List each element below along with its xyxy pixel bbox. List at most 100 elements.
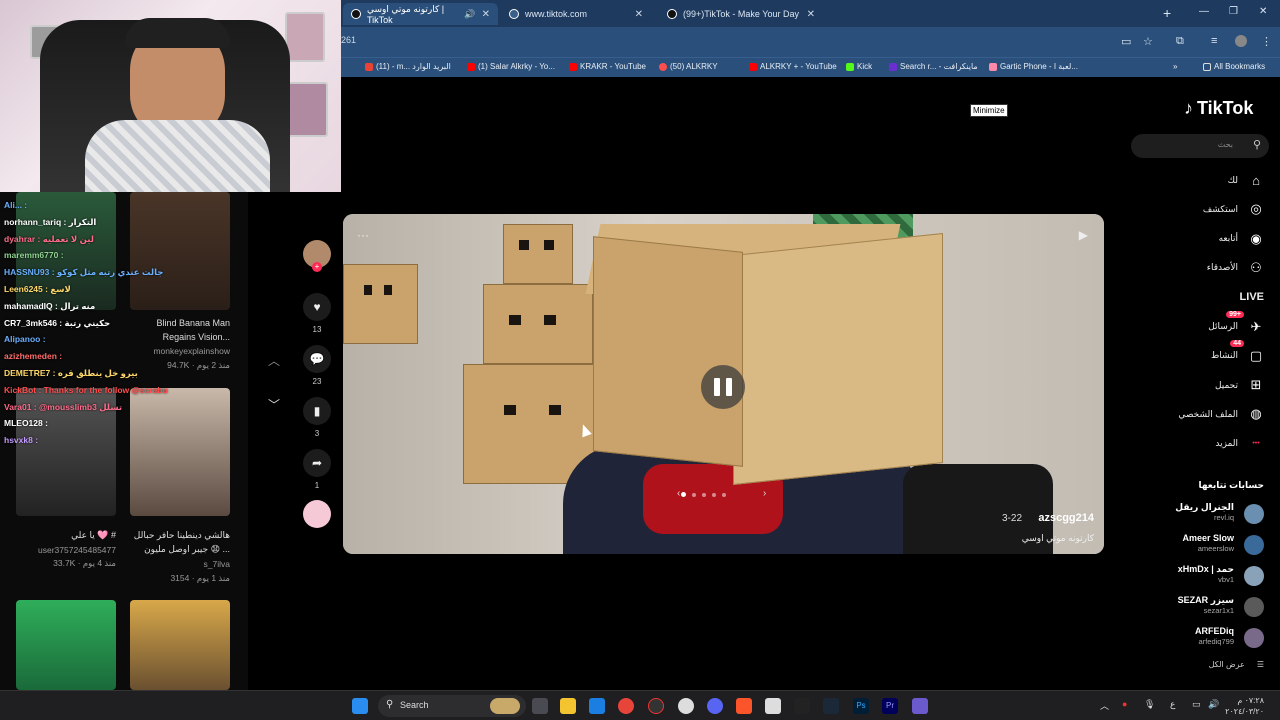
tiktok-logo[interactable]: ♪ TikTok: [1184, 98, 1253, 119]
thumb-author[interactable]: monkeyexplainshow: [153, 346, 230, 356]
tray-app-icon[interactable]: ●: [1122, 699, 1127, 709]
avatar[interactable]: [1244, 597, 1264, 617]
thumb-caption[interactable]: Blind Banana Man Regains Vision...: [130, 316, 230, 344]
minimize-icon[interactable]: —: [1199, 6, 1209, 17]
search-input[interactable]: بحث ⚲: [1131, 134, 1269, 158]
heart-icon[interactable]: ♥: [303, 293, 331, 321]
following-account[interactable]: ARFEDiq arfediq799: [1124, 626, 1264, 650]
tab-tiktok-home[interactable]: www.tiktok.com ✕: [501, 3, 651, 25]
bookmark-alkrky-youtube[interactable]: ALKRKY + - YouTube: [749, 62, 837, 71]
flag-icon[interactable]: ▶: [1079, 228, 1088, 242]
all-bookmarks[interactable]: All Bookmarks: [1203, 62, 1265, 71]
capcut-icon[interactable]: [794, 698, 810, 714]
close-window-icon[interactable]: ✕: [1259, 6, 1267, 17]
app-icon[interactable]: [912, 698, 928, 714]
bookmark-star-icon[interactable]: ☆: [1143, 35, 1153, 48]
steam-icon[interactable]: [823, 698, 839, 714]
comment-icon[interactable]: 💬: [303, 345, 331, 373]
bookmark-alkrky[interactable]: (50) ALKRKY: [659, 62, 718, 71]
thumb-caption[interactable]: هالشي دينطينا حافر حبالل جيبر اوصل مليون…: [130, 528, 230, 556]
brave-icon[interactable]: [736, 698, 752, 714]
cast-icon[interactable]: ▭: [1121, 35, 1131, 48]
tab-close-icon[interactable]: ✕: [807, 9, 815, 20]
author-avatar[interactable]: +: [302, 240, 332, 272]
avatar[interactable]: [1244, 535, 1264, 555]
video-options-icon[interactable]: ···: [357, 228, 369, 242]
sidebar-item-compass[interactable]: استكشف ◎: [1144, 199, 1264, 219]
premiere-icon[interactable]: Pr: [882, 698, 898, 714]
comment-button[interactable]: 💬 23: [302, 345, 332, 386]
bookmark-gartic[interactable]: Gartic Phone - لعبة ا...: [989, 62, 1078, 71]
windows-start-icon[interactable]: [352, 698, 368, 714]
thumb-caption[interactable]: يا علي 🩷 #: [71, 530, 116, 541]
discord-icon[interactable]: [707, 698, 723, 714]
bookmark-krakr[interactable]: KRAKR - YouTube: [569, 62, 646, 71]
follow-plus-icon[interactable]: +: [312, 262, 322, 272]
carousel-next-icon[interactable]: ›: [763, 488, 766, 499]
photoshop-icon[interactable]: Ps: [853, 698, 869, 714]
next-video-icon[interactable]: ﹀: [263, 396, 285, 418]
settings-gear-icon[interactable]: [678, 698, 694, 714]
sidebar-item-messages[interactable]: الرسائل ✈ 99+: [1144, 310, 1264, 337]
see-all-button[interactable]: عرض الكل ☰: [1209, 660, 1264, 669]
tab-close-icon[interactable]: ✕: [635, 9, 643, 20]
sidebar-item-live[interactable]: LIVE: [1144, 287, 1264, 307]
sidebar-item-profile[interactable]: الملف الشخصي ◍: [1144, 404, 1264, 424]
tab-active[interactable]: كارتونه موتي اوسي | TikTok 🔊 ✕: [343, 3, 498, 25]
sidebar-item-friends[interactable]: الأصدقاء ⚇: [1144, 258, 1264, 278]
bookmark-gmail[interactable]: (11) - m... البريد الوارد: [365, 62, 451, 71]
video-thumbnail[interactable]: [130, 388, 230, 516]
thumb-author[interactable]: s_7ilva: [204, 559, 230, 569]
language-indicator[interactable]: ع: [1170, 699, 1175, 710]
task-view-icon[interactable]: [532, 698, 548, 714]
save-button[interactable]: ▮ 3: [302, 397, 332, 438]
sidebar-item-more[interactable]: المزيد •••: [1144, 434, 1264, 454]
bookmark-kick[interactable]: Kick: [846, 62, 872, 71]
following-account[interactable]: SEZAR سيزر sezar1x1: [1124, 595, 1264, 619]
previous-video-icon[interactable]: ︿: [263, 352, 285, 374]
tab-close-icon[interactable]: ✕: [482, 9, 490, 20]
bookmark-youtube-salar[interactable]: (1) Salar Alkrky - Yo...: [467, 62, 555, 71]
chrome-icon[interactable]: [618, 698, 634, 714]
taskbar-search[interactable]: ⚲ Search: [378, 695, 526, 717]
file-explorer-icon[interactable]: [560, 698, 576, 714]
bookmark-search[interactable]: Search r... - ماينكرافت: [889, 62, 978, 71]
tab-tiktok-make-your-day[interactable]: (99+)TikTok - Make Your Day ✕: [659, 3, 823, 25]
url-text[interactable]: 261: [341, 35, 356, 45]
menu-kebab-icon[interactable]: ⋮: [1261, 35, 1272, 48]
sidebar-item-home[interactable]: لك ⌂: [1144, 170, 1264, 190]
store-icon[interactable]: [589, 698, 605, 714]
tab-search-icon[interactable]: ≡: [1211, 35, 1217, 47]
taskbar-clock[interactable]: ٠٧:٢٨ م ٢٠٢٤/٠٣/٢٠: [1225, 695, 1264, 717]
obs-icon[interactable]: [648, 698, 664, 714]
sidebar-item-activity[interactable]: النشاط ▢ 44: [1144, 339, 1264, 366]
profile-avatar-icon[interactable]: [1235, 35, 1247, 47]
search-icon[interactable]: ⚲: [1253, 138, 1261, 151]
share-icon[interactable]: ➦: [303, 449, 331, 477]
sidebar-item-following[interactable]: أتابعه ◉: [1144, 229, 1264, 249]
extensions-icon[interactable]: ⧉: [1176, 35, 1184, 48]
tray-overflow-icon[interactable]: ︿: [1100, 699, 1109, 712]
following-account[interactable]: الجنرال ريقل revl.iq: [1124, 502, 1264, 526]
bookmark-icon[interactable]: ▮: [303, 397, 331, 425]
carousel-prev-icon[interactable]: ‹: [677, 488, 680, 499]
video-player[interactable]: ··· ▶ ‹ › azscgg214 3-22 كارتونه موتي او…: [343, 214, 1104, 554]
new-tab-icon[interactable]: +: [1163, 5, 1171, 21]
video-thumbnail[interactable]: [16, 600, 116, 690]
music-disc[interactable]: [302, 500, 332, 532]
microphone-icon[interactable]: 🎙: [1144, 699, 1155, 710]
share-button[interactable]: ➦ 1: [302, 449, 332, 490]
sidebar-item-upload[interactable]: تحميل ⊞: [1144, 375, 1264, 395]
video-thumbnail[interactable]: [130, 600, 230, 690]
volume-icon[interactable]: 🔊: [1208, 699, 1219, 710]
music-disc-icon[interactable]: [303, 500, 331, 528]
video-thumbnail[interactable]: [130, 192, 230, 310]
thumb-author[interactable]: user3757245485477: [38, 545, 116, 555]
video-author[interactable]: azscgg214: [1038, 512, 1094, 524]
audio-icon[interactable]: 🔊: [464, 9, 475, 20]
bookmarks-overflow-icon[interactable]: »: [1173, 62, 1177, 71]
avatar[interactable]: [1244, 504, 1264, 524]
app-icon[interactable]: [765, 698, 781, 714]
following-account[interactable]: xHmDx | حمد vbv1: [1124, 564, 1264, 588]
restore-icon[interactable]: ❐: [1229, 6, 1238, 17]
